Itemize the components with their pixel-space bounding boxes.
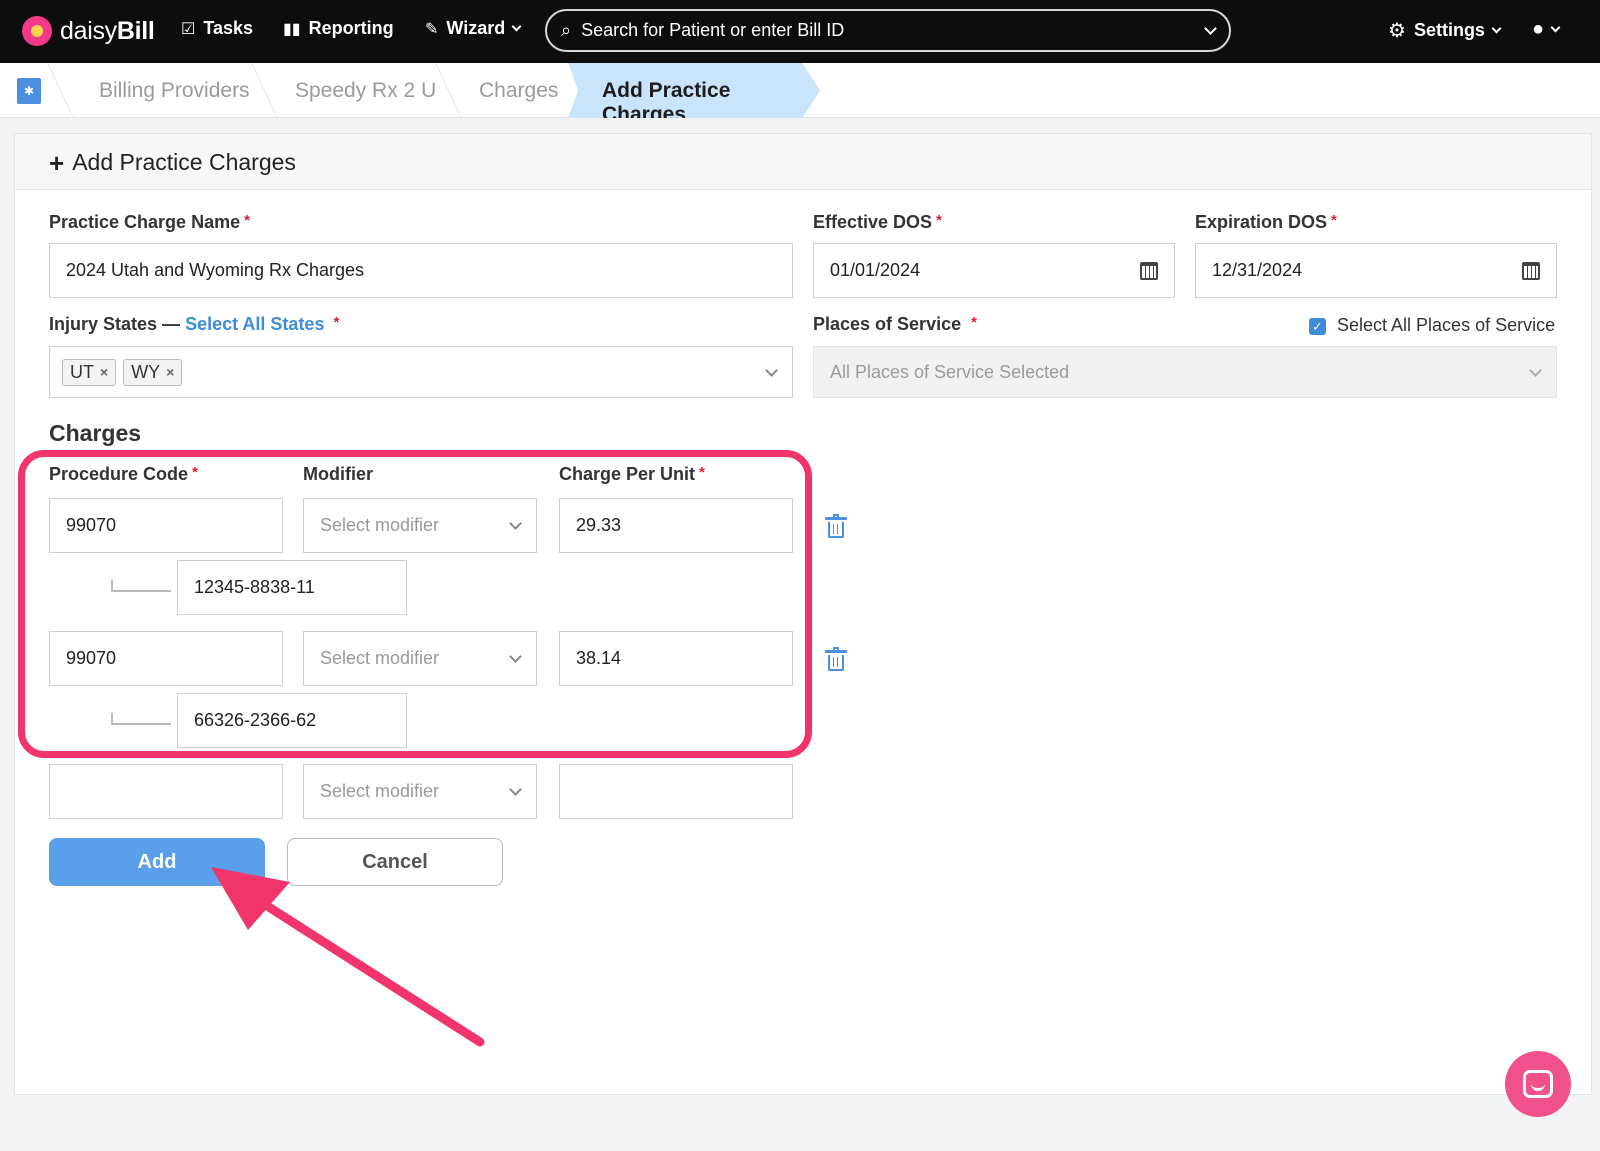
expiration-dos-label: Expiration DOS * (1195, 212, 1337, 232)
magic-wand-icon: ✎ (425, 20, 439, 38)
chevron-down-icon[interactable] (1204, 22, 1217, 35)
places-of-service-value: All Places of Service Selected (830, 361, 1070, 382)
chevron-down-icon (1550, 22, 1561, 33)
injury-states-select[interactable]: UT × WY × (49, 346, 793, 398)
breadcrumb-divider (47, 63, 74, 118)
nav-tasks-label: Tasks (203, 18, 254, 38)
brand-name: daisyBill (60, 16, 155, 45)
practice-charge-name-field[interactable]: 2024 Utah and Wyoming Rx Charges (49, 243, 793, 298)
practice-charge-name-label: Practice Charge Name * (49, 212, 250, 232)
page-title-text: Add Practice Charges (72, 149, 296, 175)
daisybill-logo[interactable]: daisyBill (22, 15, 155, 47)
modifier-select[interactable]: Select modifier (303, 764, 537, 819)
plus-icon: + (49, 147, 65, 178)
required-marker: * (971, 314, 977, 331)
nav-reporting-label: Reporting (308, 18, 394, 38)
nav-settings[interactable]: ⚙ Settings (1388, 18, 1502, 43)
state-tag-wy: WY × (123, 358, 183, 386)
daisy-flower-icon (22, 16, 52, 46)
add-button[interactable]: Add (49, 838, 265, 886)
charges-section-title: Charges (49, 420, 142, 446)
search-placeholder: Search for Patient or enter Bill ID (581, 20, 845, 40)
effective-dos-field[interactable]: 01/01/2024 (813, 243, 1175, 298)
expiration-dos-value: 12/31/2024 (1212, 260, 1303, 280)
breadcrumb-current: Add Practice Charges (568, 63, 820, 118)
select-all-states-link[interactable]: Select All States (185, 314, 324, 334)
chevron-down-icon (1529, 363, 1542, 377)
calendar-icon[interactable] (1140, 261, 1158, 280)
breadcrumb-current-label: Add Practice Charges (602, 79, 731, 126)
cancel-button[interactable]: Cancel (287, 838, 503, 886)
state-tag-wy-label: WY (131, 361, 161, 382)
nav-settings-label: Settings (1413, 20, 1485, 40)
effective-dos-label: Effective DOS * (813, 212, 942, 232)
required-marker: * (1331, 212, 1337, 229)
bar-chart-icon: ▮▮ (283, 20, 301, 38)
search-icon: ⌕ (561, 20, 572, 40)
nav-reporting[interactable]: ▮▮ Reporting (283, 18, 394, 39)
chevron-down-icon (509, 783, 522, 796)
remove-tag-icon[interactable]: × (100, 364, 108, 380)
select-all-places-checkbox[interactable]: ✓ (1309, 318, 1326, 335)
breadcrumb-charges[interactable]: Charges (479, 79, 558, 103)
home-icon[interactable]: ✱ (17, 78, 41, 104)
breadcrumb-divider (251, 63, 278, 118)
user-icon: ● (1532, 18, 1545, 40)
required-marker: * (244, 212, 250, 229)
nav-tasks[interactable]: ☑ Tasks (181, 18, 253, 39)
nav-wizard-label: Wizard (446, 18, 506, 38)
required-marker: * (936, 212, 942, 229)
page-title: + Add Practice Charges (49, 149, 296, 176)
calendar-icon[interactable] (1522, 261, 1540, 280)
charge-per-unit-input[interactable] (559, 764, 793, 819)
procedure-code-input[interactable] (49, 764, 283, 819)
breadcrumb: ✱ Billing Providers Speedy Rx 2 U Charge… (0, 63, 1600, 118)
select-all-places-label: Select All Places of Service (1337, 315, 1556, 335)
places-of-service-select: All Places of Service Selected (813, 346, 1557, 398)
state-tag-ut: UT × (62, 358, 117, 386)
trash-icon[interactable] (825, 647, 847, 671)
top-nav: daisyBill ☑ Tasks ▮▮ Reporting ✎ Wizard … (0, 0, 1600, 63)
modifier-placeholder: Select modifier (320, 781, 440, 801)
remove-tag-icon[interactable]: × (166, 364, 174, 380)
required-marker: * (333, 314, 340, 331)
practice-charge-name-value: 2024 Utah and Wyoming Rx Charges (66, 260, 364, 280)
places-of-service-label: Places of Service * (813, 314, 977, 334)
user-menu[interactable]: ● (1532, 18, 1561, 41)
expiration-dos-field[interactable]: 12/31/2024 (1195, 243, 1557, 298)
breadcrumb-divider (435, 63, 462, 118)
breadcrumb-provider[interactable]: Speedy Rx 2 U (295, 79, 436, 103)
trash-icon[interactable] (825, 514, 847, 538)
injury-states-label: Injury States — Select All States * (49, 314, 340, 334)
chevron-down-icon (511, 21, 522, 32)
effective-dos-value: 01/01/2024 (830, 260, 921, 280)
chat-launcher[interactable] (1505, 1051, 1571, 1117)
clipboard-icon: ☑ (181, 20, 196, 38)
gear-icon: ⚙ (1388, 20, 1406, 42)
chevron-down-icon (765, 363, 778, 377)
breadcrumb-billing-providers[interactable]: Billing Providers (99, 79, 250, 103)
state-tag-ut-label: UT (70, 361, 94, 382)
card-header: + Add Practice Charges (15, 134, 1591, 190)
chat-icon (1523, 1070, 1553, 1098)
nav-wizard[interactable]: ✎ Wizard (425, 18, 522, 39)
chevron-down-icon (1491, 23, 1502, 34)
charges-highlight-box (18, 450, 812, 758)
patient-search-input[interactable]: ⌕ Search for Patient or enter Bill ID (545, 9, 1231, 52)
